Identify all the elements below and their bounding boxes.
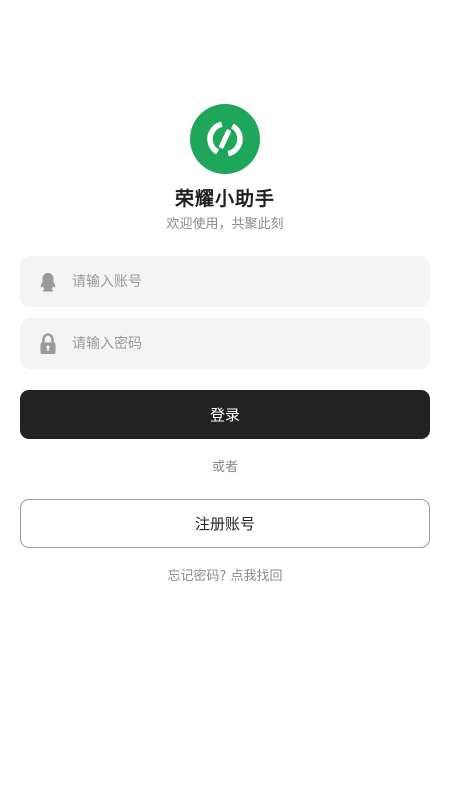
user-icon xyxy=(38,271,58,293)
app-title: 荣耀小助手 xyxy=(174,188,275,210)
password-field[interactable] xyxy=(20,318,430,369)
forgot-password-link[interactable]: 忘记密码? 点我找回 xyxy=(0,565,450,584)
login-screen: 荣耀小助手 欢迎使用，共聚此刻 登录 或者 注册账号 忘记密码? 点我找回 xyxy=(0,0,450,800)
login-button[interactable]: 登录 xyxy=(20,390,430,439)
brand-logo-icon xyxy=(190,104,260,174)
account-input[interactable] xyxy=(70,265,394,298)
account-field[interactable] xyxy=(20,256,430,307)
register-button[interactable]: 注册账号 xyxy=(20,499,430,548)
password-input[interactable] xyxy=(70,327,394,360)
or-divider-text: 或者 xyxy=(211,460,238,475)
lock-icon xyxy=(38,332,58,355)
app-tagline: 欢迎使用，共聚此刻 xyxy=(166,217,284,232)
